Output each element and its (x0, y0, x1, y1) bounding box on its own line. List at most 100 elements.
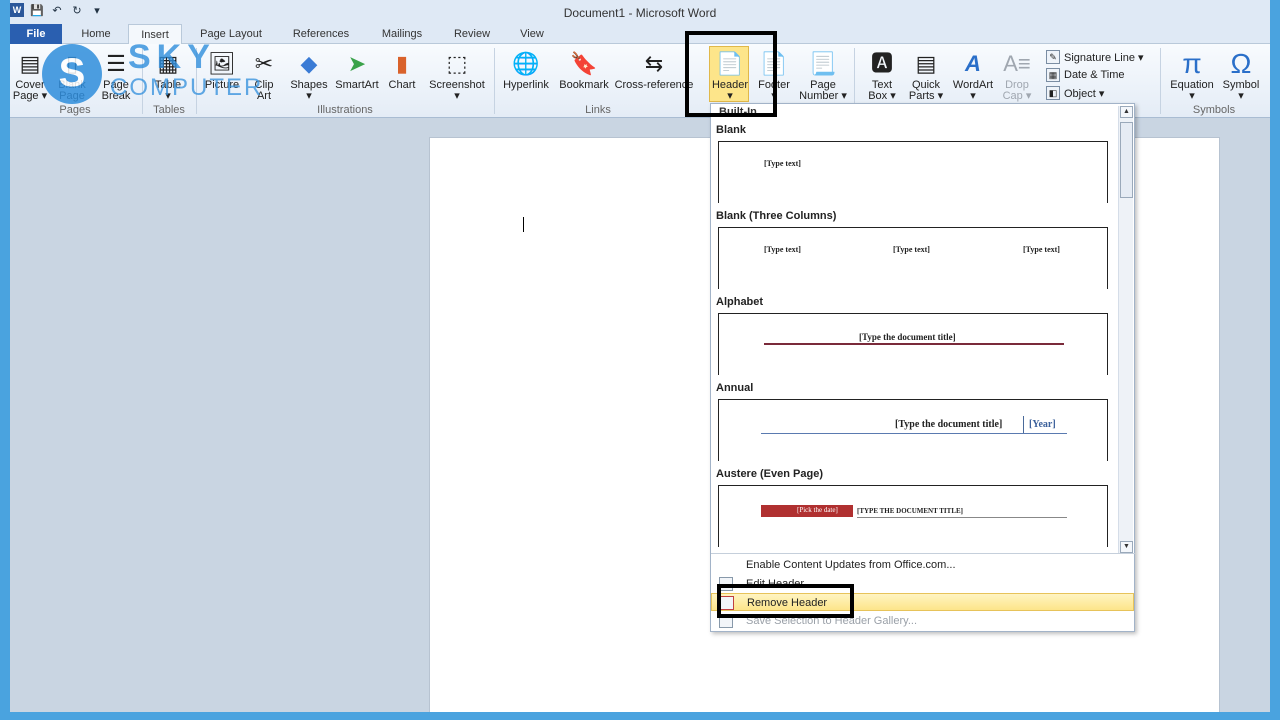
gallery-scrollbar[interactable]: ▲ ▼ (1118, 106, 1133, 553)
page-break-label-2: Break (101, 90, 131, 102)
date-placeholder: [Pick the date] (797, 506, 838, 514)
smartart-button[interactable]: ➤ SmartArt (332, 48, 382, 91)
tab-file[interactable]: File (10, 24, 62, 44)
title-bar: W 💾 ↶ ↻ ▾ Document1 - Microsoft Word (10, 0, 1270, 24)
object-button[interactable]: ◧ Object ▾ (1046, 86, 1104, 100)
calendar-icon: ▦ (1046, 68, 1060, 82)
remove-header-highlight-box (717, 584, 854, 618)
shapes-button[interactable]: ◆ Shapes ▾ (288, 48, 330, 102)
tab-view[interactable]: View (508, 24, 556, 44)
clip-art-icon: ✂ (254, 50, 274, 76)
equation-button[interactable]: π Equation ▾ (1164, 48, 1220, 102)
scroll-thumb[interactable] (1120, 122, 1133, 198)
text-box-icon: 🅰 (870, 50, 893, 76)
gallery-item-label: Alphabet (716, 296, 764, 308)
screenshot-button[interactable]: ⬚ Screenshot ▾ (424, 48, 490, 102)
shapes-dropdown: ▾ (306, 90, 312, 102)
signature-line-label: Signature Line ▾ (1064, 51, 1144, 64)
cross-reference-button[interactable]: ⇆ Cross-reference (614, 48, 694, 91)
gallery-item-annual[interactable]: [Type the document title] [Year] (718, 399, 1108, 461)
cover-page-button[interactable]: ▤ Cover Page ▾ (12, 48, 48, 102)
page-break-icon: ☰ (106, 50, 126, 76)
cover-page-label-2: Page ▾ (12, 90, 48, 102)
signature-line-button[interactable]: ✎ Signature Line ▾ (1046, 50, 1144, 64)
quick-parts-icon: ▤ (915, 50, 937, 76)
tab-mailings[interactable]: Mailings (370, 24, 434, 44)
bookmark-button[interactable]: 🔖 Bookmark (556, 48, 612, 91)
ribbon-tabs: File Home Insert Page Layout References … (10, 24, 1270, 45)
window-title: Document1 - Microsoft Word (563, 6, 717, 20)
chart-button[interactable]: ▮ Chart (384, 48, 420, 91)
shapes-icon: ◆ (300, 50, 318, 76)
gallery-item-label: Austere (Even Page) (716, 468, 823, 480)
hyperlink-label: Hyperlink (503, 79, 549, 91)
chart-label: Chart (388, 79, 416, 91)
quick-parts-label-2: Parts ▾ (908, 90, 944, 102)
ribbon-separator (494, 48, 495, 114)
object-icon: ◧ (1046, 86, 1060, 100)
wordart-icon: A (965, 50, 981, 76)
title-rule (764, 343, 1064, 345)
cross-reference-label: Cross-reference (614, 79, 694, 91)
placeholder-text: [Type the document title] (895, 419, 1003, 430)
menu-separator (711, 553, 1135, 554)
placeholder-text: [Type text] (764, 245, 801, 254)
ribbon-separator (1160, 48, 1161, 114)
table-dropdown: ▾ (165, 90, 171, 102)
quick-parts-button[interactable]: ▤ Quick Parts ▾ (906, 48, 946, 102)
title-rule (857, 517, 1067, 518)
tab-references[interactable]: References (282, 24, 360, 44)
table-button[interactable]: ▦ Table ▾ (148, 48, 188, 102)
column-divider (1023, 416, 1024, 434)
equation-dropdown: ▾ (1189, 90, 1195, 102)
ribbon-separator (142, 48, 143, 114)
tab-page-layout[interactable]: Page Layout (190, 24, 272, 44)
picture-icon: 🖼 (208, 50, 236, 76)
gallery-item-alphabet[interactable]: [Type the document title] (718, 313, 1108, 375)
page-number-button[interactable]: 📃 Page Number ▾ (798, 48, 848, 102)
symbol-dropdown: ▾ (1238, 90, 1244, 102)
enable-content-updates-item[interactable]: Enable Content Updates from Office.com..… (711, 556, 1134, 574)
symbol-button[interactable]: Ω Symbol ▾ (1218, 48, 1264, 102)
scroll-up-icon[interactable]: ▲ (1120, 106, 1133, 118)
header-gallery-dropdown: Built-In Blank [Type text] Blank (Three … (710, 103, 1135, 632)
gallery-item-label: Annual (716, 382, 754, 394)
header-gallery: Blank [Type text] Blank (Three Columns) … (711, 118, 1119, 548)
blank-page-label-2: Page (59, 90, 85, 102)
date-time-button[interactable]: ▦ Date & Time (1046, 68, 1125, 82)
tab-review[interactable]: Review (444, 24, 500, 44)
page-number-icon: 📃 (809, 50, 837, 76)
page-break-button[interactable]: ☰ Page Break (96, 48, 136, 102)
drop-cap-icon: A≡ (1003, 50, 1031, 76)
word-window: W 💾 ↶ ↻ ▾ Document1 - Microsoft Word Fil… (10, 0, 1270, 712)
placeholder-text: [Type text] (1023, 245, 1060, 254)
picture-button[interactable]: 🖼 Picture (200, 48, 244, 91)
clip-art-button[interactable]: ✂ Clip Art (248, 48, 280, 102)
page-number-label-2: Number ▾ (799, 90, 847, 102)
gallery-item-blank-three-columns[interactable]: [Type text] [Type text] [Type text] (718, 227, 1108, 289)
wordart-dropdown: ▾ (970, 90, 976, 102)
smartart-icon: ➤ (347, 50, 367, 76)
gallery-item-blank[interactable]: [Type text] (718, 141, 1108, 203)
screenshot-dropdown: ▾ (454, 90, 460, 102)
text-box-button[interactable]: 🅰 Text Box ▾ (862, 48, 902, 102)
group-tables-label: Tables (153, 104, 185, 116)
signature-icon: ✎ (1046, 50, 1060, 64)
drop-cap-button[interactable]: A≡ Drop Cap ▾ (1000, 48, 1034, 102)
pi-icon: π (1182, 47, 1202, 79)
placeholder-text: [Type text] (893, 245, 930, 254)
chart-icon: ▮ (395, 50, 409, 76)
scroll-down-icon[interactable]: ▼ (1120, 541, 1133, 553)
object-label: Object ▾ (1064, 87, 1105, 100)
group-links-label: Links (585, 104, 611, 116)
hyperlink-button[interactable]: 🌐 Hyperlink (498, 48, 554, 91)
clip-art-label-2: Art (256, 90, 272, 102)
placeholder-text: [Type text] (764, 159, 801, 168)
wordart-button[interactable]: A WordArt ▾ (948, 48, 998, 102)
tab-home[interactable]: Home (72, 24, 120, 44)
gallery-item-austere-even[interactable]: [Pick the date] [TYPE THE DOCUMENT TITLE… (718, 485, 1108, 547)
header-highlight-box (685, 31, 777, 117)
tab-insert[interactable]: Insert (128, 24, 182, 45)
blank-page-button[interactable]: ▯ Blank Page (54, 48, 90, 102)
cross-reference-icon: ⇆ (644, 50, 664, 76)
